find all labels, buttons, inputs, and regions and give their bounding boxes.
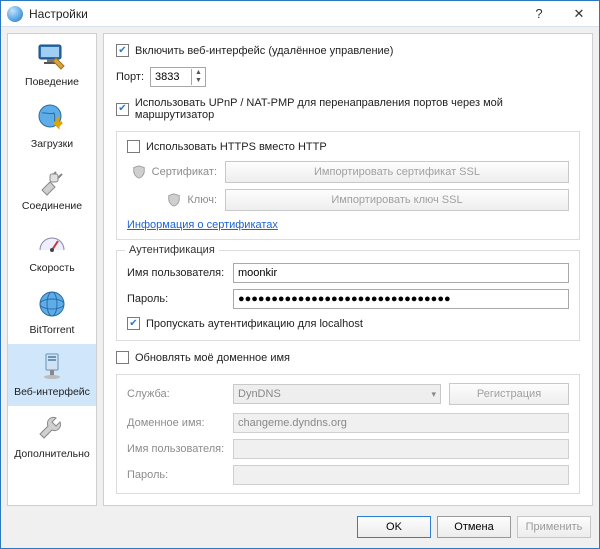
sidebar-item-webui[interactable]: Веб-интерфейс	[8, 344, 96, 406]
dyndns-enable-checkbox[interactable]	[116, 351, 129, 364]
bypass-localhost-checkbox[interactable]	[127, 317, 140, 330]
auth-legend: Аутентификация	[125, 244, 219, 256]
password-label: Пароль:	[127, 293, 225, 305]
dyn-username-label: Имя пользователя:	[127, 443, 225, 455]
sidebar-item-label: Загрузки	[31, 138, 73, 150]
service-select: DynDNS ▾	[233, 384, 441, 404]
domain-input	[233, 413, 569, 433]
apply-button[interactable]: Применить	[517, 516, 591, 538]
service-value: DynDNS	[238, 388, 281, 400]
upnp-checkbox[interactable]	[116, 103, 129, 116]
shield-icon	[132, 165, 146, 179]
globe-download-icon	[36, 102, 68, 134]
monitor-wrench-icon	[36, 40, 68, 72]
chevron-down-icon: ▾	[431, 389, 436, 400]
close-button[interactable]: ✕	[559, 1, 599, 26]
upnp-label: Использовать UPnP / NAT-PMP для перенапр…	[135, 97, 580, 121]
settings-window: Настройки ? ✕ Поведение Загрузки	[0, 0, 600, 549]
shield-icon	[167, 193, 181, 207]
cert-info-link[interactable]: Информация о сертификатах	[127, 219, 569, 231]
server-icon	[36, 350, 68, 382]
bypass-localhost-label: Пропускать аутентификацию для localhost	[146, 318, 363, 330]
enable-webui-checkbox[interactable]	[116, 44, 129, 57]
cert-label: Сертификат:	[152, 166, 217, 178]
sidebar-item-label: Скорость	[29, 262, 74, 274]
https-checkbox[interactable]	[127, 140, 140, 153]
content-panel: Включить веб-интерфейс (удалённое управл…	[103, 33, 593, 506]
cancel-button[interactable]: Отмена	[437, 516, 511, 538]
sidebar-item-label: Поведение	[25, 76, 79, 88]
sidebar-item-label: Соединение	[22, 200, 82, 212]
https-group: Использовать HTTPS вместо HTTP Сертифика…	[116, 131, 580, 240]
dialog-footer: OK Отмена Применить	[7, 512, 593, 542]
titlebar: Настройки ? ✕	[1, 1, 599, 27]
dyn-password-input	[233, 465, 569, 485]
auth-fieldset: Аутентификация Имя пользователя: Пароль:…	[116, 250, 580, 341]
sidebar-item-connection[interactable]: Соединение	[8, 158, 96, 220]
globe-icon	[36, 288, 68, 320]
domain-label: Доменное имя:	[127, 417, 225, 429]
dyn-username-input	[233, 439, 569, 459]
plug-icon	[36, 164, 68, 196]
port-input[interactable]	[151, 68, 191, 86]
https-label: Использовать HTTPS вместо HTTP	[146, 141, 327, 153]
gauge-icon	[36, 226, 68, 258]
key-label: Ключ:	[187, 194, 217, 206]
sidebar-item-label: Дополнительно	[14, 448, 90, 460]
window-title: Настройки	[29, 7, 519, 21]
help-button[interactable]: ?	[519, 1, 559, 26]
import-cert-button: Импортировать сертификат SSL	[225, 161, 569, 183]
spin-up-icon[interactable]: ▲	[192, 69, 205, 77]
spin-down-icon[interactable]: ▼	[192, 77, 205, 85]
import-key-button: Импортировать ключ SSL	[225, 189, 569, 211]
enable-webui-label: Включить веб-интерфейс (удалённое управл…	[135, 45, 393, 57]
sidebar-item-bittorrent[interactable]: BitTorrent	[8, 282, 96, 344]
sidebar-item-advanced[interactable]: Дополнительно	[8, 406, 96, 468]
wrench-icon	[36, 412, 68, 444]
username-label: Имя пользователя:	[127, 267, 225, 279]
sidebar-item-label: Веб-интерфейс	[14, 386, 90, 398]
dyndns-group: Служба: DynDNS ▾ Регистрация Доменное им…	[116, 374, 580, 494]
ok-button[interactable]: OK	[357, 516, 431, 538]
password-input[interactable]	[233, 289, 569, 309]
app-icon	[7, 6, 23, 22]
port-spinner[interactable]: ▲▼	[150, 67, 206, 87]
service-label: Служба:	[127, 388, 225, 400]
sidebar-item-downloads[interactable]: Загрузки	[8, 96, 96, 158]
sidebar-item-label: BitTorrent	[30, 324, 75, 336]
sidebar-item-behavior[interactable]: Поведение	[8, 34, 96, 96]
port-label: Порт:	[116, 71, 144, 83]
sidebar: Поведение Загрузки Соединение	[7, 33, 97, 506]
username-input[interactable]	[233, 263, 569, 283]
register-button: Регистрация	[449, 383, 569, 405]
sidebar-item-speed[interactable]: Скорость	[8, 220, 96, 282]
dyn-password-label: Пароль:	[127, 469, 225, 481]
dyndns-enable-label: Обновлять моё доменное имя	[135, 352, 290, 364]
